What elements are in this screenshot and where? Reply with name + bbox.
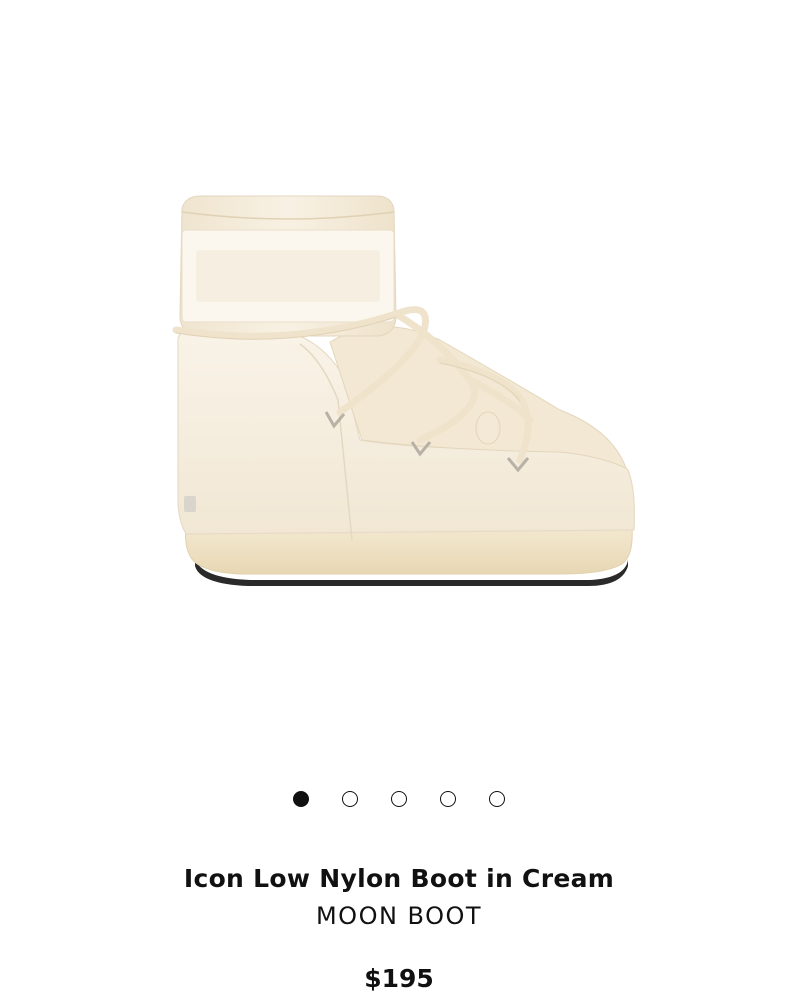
product-price: $195 (364, 964, 434, 993)
product-brand[interactable]: MOON BOOT (0, 902, 798, 930)
carousel-dot-4[interactable] (440, 791, 456, 807)
carousel-dot-5[interactable] (489, 791, 505, 807)
product-title: Icon Low Nylon Boot in Cream (183, 864, 615, 893)
boot-heel-tag (184, 496, 196, 512)
carousel-dot-3[interactable] (391, 791, 407, 807)
image-carousel-dots (0, 791, 798, 807)
product-page: Icon Low Nylon Boot in Cream MOON BOOT $… (0, 0, 798, 1000)
carousel-dot-2[interactable] (342, 791, 358, 807)
boot-illustration (172, 195, 635, 586)
boot-lace-tassel (475, 411, 501, 445)
product-image[interactable] (0, 0, 798, 760)
boot-sole (185, 527, 633, 575)
carousel-dot-1[interactable] (293, 791, 309, 807)
